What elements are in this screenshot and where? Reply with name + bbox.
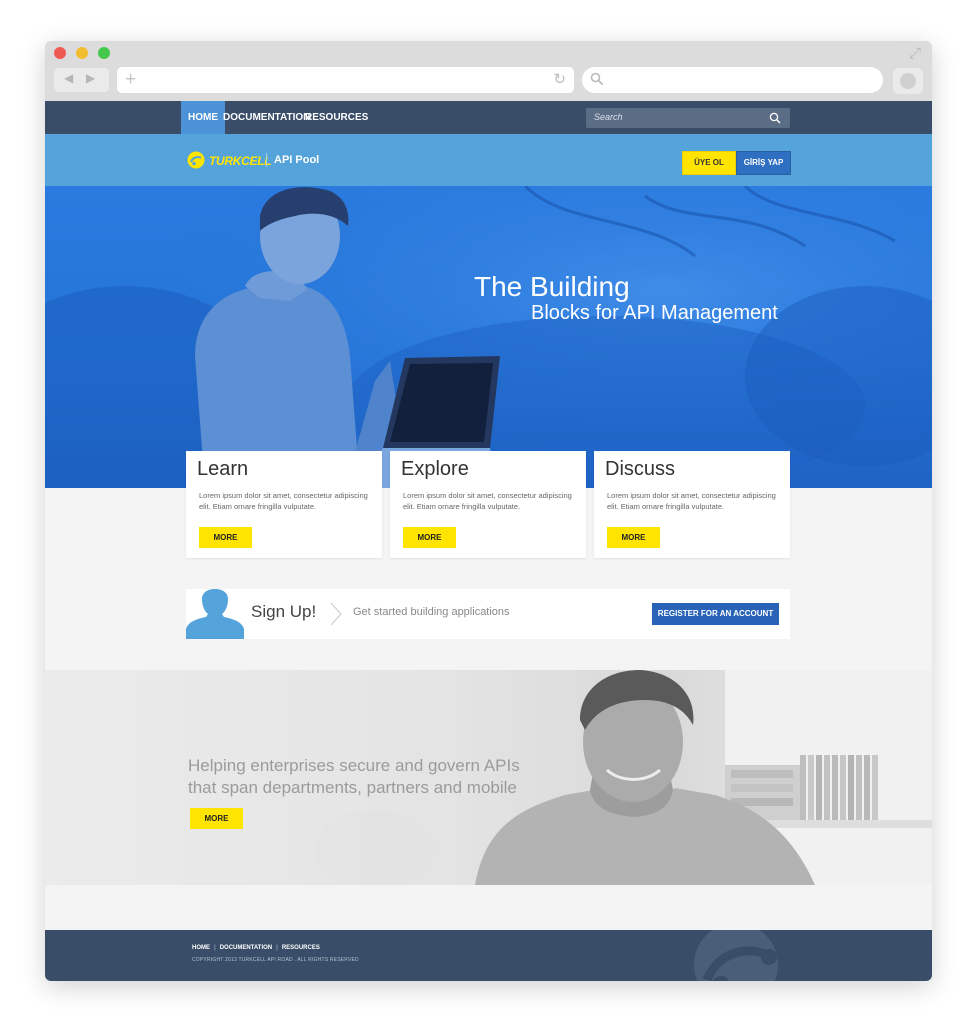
search-icon — [590, 72, 604, 86]
register-account-button[interactable]: REGISTER FOR AN ACCOUNT — [652, 603, 779, 625]
plus-icon[interactable]: + — [125, 69, 136, 91]
footer-copyright: COPYRIGHT 2013 TURKCELL API ROAD . ALL R… — [192, 957, 359, 963]
discuss-more-button[interactable]: MORE — [607, 527, 660, 548]
turkcell-logo-icon — [694, 930, 778, 981]
login-button[interactable]: GİRİŞ YAP — [736, 151, 791, 175]
browser-menu-button[interactable] — [893, 68, 923, 94]
nav-documentation[interactable]: DOCUMENTATION — [223, 101, 310, 134]
signup-title: Sign Up! — [251, 602, 317, 621]
address-bar[interactable]: + ↻ — [117, 67, 574, 93]
minimize-window-button[interactable] — [76, 47, 88, 59]
card-explore: Explore Lorem ipsum dolor sit amet, cons… — [390, 451, 586, 558]
turkcell-logo-icon[interactable] — [187, 151, 205, 169]
brand-bar: TURKCELL API Pool ÜYE OL GİRİŞ YAP — [45, 134, 932, 186]
history-buttons: ◀ ▶ — [54, 68, 109, 92]
footer-link-documentation[interactable]: DOCUMENTATION — [220, 945, 272, 951]
product-name: API Pool — [274, 154, 320, 166]
footer: HOME | DOCUMENTATION | RESOURCES COPYRIGHT 2… — [45, 930, 932, 981]
web-page: HOME DOCUMENTATION RESOURCES TURKCELL AP… — [45, 101, 932, 981]
expand-icon[interactable]: ⤢ — [906, 45, 924, 63]
card-body: Lorem ipsum dolor sit amet, consectetur … — [199, 491, 368, 511]
enterprise-banner: Helping enterprises secure and govern AP… — [45, 670, 932, 885]
explore-more-button[interactable]: MORE — [403, 527, 456, 548]
card-discuss: Discuss Lorem ipsum dolor sit amet, cons… — [594, 451, 790, 558]
enterprise-heading-line2: that span departments, partners and mobi… — [188, 778, 517, 797]
user-silhouette-icon — [186, 589, 244, 639]
signup-subtitle: Get started building applications — [353, 606, 510, 618]
top-navigation: HOME DOCUMENTATION RESOURCES — [45, 101, 932, 134]
card-learn: Learn Lorem ipsum dolor sit amet, consec… — [186, 451, 382, 558]
footer-link-resources[interactable]: RESOURCES — [282, 945, 320, 951]
enterprise-heading-line1: Helping enterprises secure and govern AP… — [188, 756, 520, 775]
learn-more-button[interactable]: MORE — [199, 527, 252, 548]
card-body: Lorem ipsum dolor sit amet, consectetur … — [403, 491, 572, 511]
hero-title: The Building — [474, 271, 630, 302]
chevron-right-icon — [330, 602, 342, 626]
site-search — [586, 108, 790, 128]
card-title: Discuss — [605, 458, 676, 480]
search-icon[interactable] — [769, 112, 781, 124]
hero-subtitle: Blocks for API Management — [531, 302, 778, 324]
hero-image — [45, 186, 932, 488]
footer-links: HOME | DOCUMENTATION | RESOURCES — [192, 945, 320, 951]
nav-resources[interactable]: RESOURCES — [305, 101, 368, 134]
footer-divider: | — [276, 945, 278, 951]
reload-icon[interactable]: ↻ — [553, 70, 566, 90]
close-window-button[interactable] — [54, 47, 66, 59]
brand-logo-text[interactable]: TURKCELL — [209, 154, 272, 168]
forward-icon[interactable]: ▶ — [86, 71, 95, 85]
card-title: Explore — [401, 458, 469, 480]
brand-divider — [266, 153, 267, 167]
enterprise-more-button[interactable]: MORE — [190, 808, 243, 829]
maximize-window-button[interactable] — [98, 47, 110, 59]
nav-home[interactable]: HOME — [181, 101, 225, 134]
card-title: Learn — [197, 458, 249, 480]
browser-chrome: ⤢ ◀ ▶ + ↻ — [45, 41, 932, 101]
sign-up-button[interactable]: ÜYE OL — [682, 151, 736, 175]
signup-banner: Sign Up! Get started building applicatio… — [186, 589, 790, 639]
footer-link-home[interactable]: HOME — [192, 945, 210, 951]
search-input[interactable] — [592, 111, 766, 123]
back-icon[interactable]: ◀ — [64, 71, 73, 85]
card-body: Lorem ipsum dolor sit amet, consectetur … — [607, 491, 776, 511]
browser-window: ⤢ ◀ ▶ + ↻ HOME DOCUMENTATION RESOURCES S… — [45, 41, 932, 981]
footer-divider: | — [214, 945, 216, 951]
hero-banner: The Building Blocks for API Management — [45, 186, 932, 488]
browser-search-bar[interactable] — [582, 67, 883, 93]
